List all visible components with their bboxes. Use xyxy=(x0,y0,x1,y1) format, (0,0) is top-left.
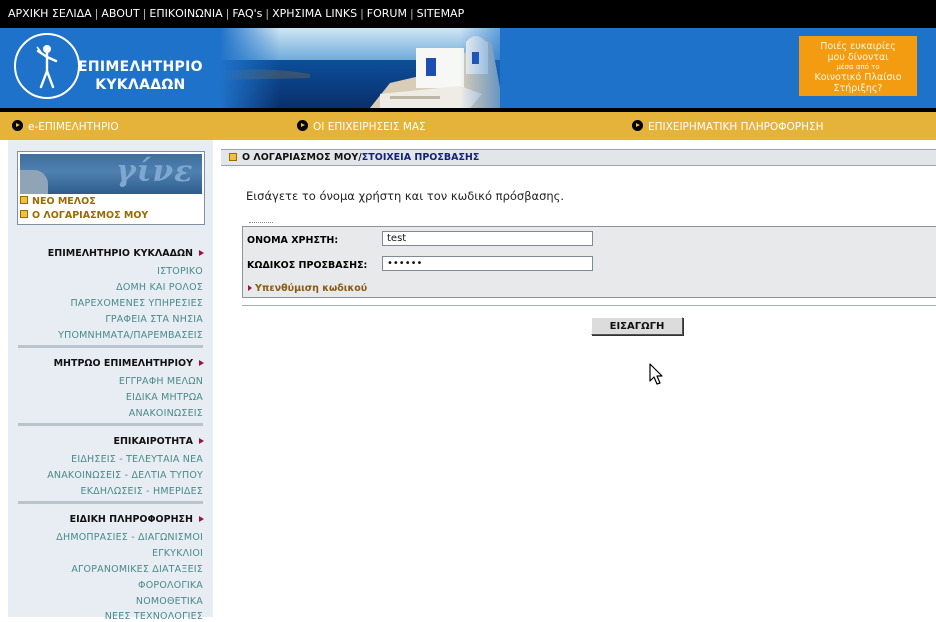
rock-shape xyxy=(20,170,48,194)
heading-label: ΕΠΙΜΕΛΗΤΗΡΙΟ ΚΥΚΛΑΔΩΝ xyxy=(47,248,193,259)
dotted-divider xyxy=(249,222,273,223)
section-our-businesses[interactable]: ΟΙ ΕΠΙΧΕΙΡΗΣΕΙΣ ΜΑΣ xyxy=(297,120,426,133)
sidebar-item-market-regulations[interactable]: ΑΓΟΡΑΝΟΜΙΚΕΣ ΔΙΑΤΑΞΕΙΣ xyxy=(71,564,203,575)
heading-label: ΕΠΙΚΑΙΡΟΤΗΤΑ xyxy=(113,436,193,447)
login-submit-button[interactable]: ΕΙΣΑΓΩΓΗ xyxy=(591,317,683,335)
sidebar-item-member-registration[interactable]: ΕΓΓΡΑΦΗ ΜΕΛΩΝ xyxy=(119,376,203,387)
promo-line: Ποιές ευκαιρίες xyxy=(820,41,896,52)
arrow-right-icon xyxy=(199,360,204,366)
organization-name: ΕΠΙΜΕΛΗΤΗΡΙΟ ΚΥΚΛΑΔΩΝ xyxy=(78,58,203,94)
sidebar-item-latest-news[interactable]: ΕΙΔΗΣΕΙΣ - ΤΕΛΕΥΤΑΙΑ ΝΕΑ xyxy=(71,454,203,465)
promo-banner[interactable]: Ποιές ευκαιρίες μου δίνονται μέσα από το… xyxy=(799,36,917,96)
section-label: ΟΙ ΕΠΙΧΕΙΡΗΣΕΙΣ ΜΑΣ xyxy=(313,121,426,133)
sidebar-item-history[interactable]: ΙΣΤΟΡΙΚΟ xyxy=(157,266,203,277)
become-member-banner[interactable]: γίνε xyxy=(20,154,202,194)
breadcrumb: Ο ΛΟΓΑΡΙΑΣΜΟΣ ΜΟΥ/ΣΤΟΙΧΕΙΑ ΠΡΟΣΒΑΣΗΣ xyxy=(221,149,936,166)
org-name-line2: ΚΥΚΛΑΔΩΝ xyxy=(95,77,186,93)
password-input[interactable] xyxy=(382,256,593,271)
section-bar: e-ΕΠΙΜΕΛΗΤΗΡΙΟ ΟΙ ΕΠΙΧΕΙΡΗΣΕΙΣ ΜΑΣ ΕΠΙΧΕ… xyxy=(0,112,936,140)
heading-label: ΕΙΔΙΚΗ ΠΛΗΡΟΦΟΡΗΣΗ xyxy=(69,514,193,525)
sidebar-item-tax[interactable]: ΦΟΡΟΛΟΓΙΚΑ xyxy=(138,580,203,591)
promo-line: μέσα από το xyxy=(836,63,880,71)
sidebar-heading-registry[interactable]: ΜΗΤΡΩΟ ΕΠΙΜΕΛΗΤΗΡΙΟΥ xyxy=(54,358,204,369)
username-label: ΟΝΟΜΑ ΧΡΗΣΤΗ: xyxy=(247,235,339,246)
breadcrumb-main: Ο ΛΟΓΑΡΙΑΣΜΟΣ ΜΟΥ xyxy=(242,152,359,163)
username-input[interactable] xyxy=(382,231,593,246)
mouse-cursor-icon xyxy=(649,363,663,385)
sidebar-divider xyxy=(18,345,203,348)
section-business-information[interactable]: ΕΠΙΧΕΙΡΗΜΑΤΙΚΗ ΠΛΗΡΟΦΟΡΗΣΗ xyxy=(632,120,824,133)
sidebar-item-island-offices[interactable]: ΓΡΑΦΕΙΑ ΣΤΑ ΝΗΣΙΑ xyxy=(105,314,203,325)
square-bullet-icon xyxy=(20,210,28,218)
top-navigation: ΑΡΧΙΚΗ ΣΕΛΙΔΑ | ABOUT | ΕΠΙΚΟΙΝΩΝΙΑ | FAQ's | ΧΡ… xyxy=(0,0,936,28)
account-box: γίνε ΝΕΟ ΜΕΛΟΣ Ο ΛΟΓΑΡΙΑΣΜΟΣ ΜΟΥ xyxy=(17,151,205,225)
new-member-label: ΝΕΟ ΜΕΛΟΣ xyxy=(32,196,96,207)
my-account-link[interactable]: Ο ΛΟΓΑΡΙΑΣΜΟΣ ΜΟΥ xyxy=(20,210,148,221)
nav-sitemap[interactable]: SITEMAP xyxy=(417,7,465,20)
nav-separator: | xyxy=(142,7,147,20)
promo-line: Στήριξης? xyxy=(833,83,883,94)
arrow-right-icon xyxy=(199,250,204,256)
nav-separator: | xyxy=(94,7,99,20)
nav-home[interactable]: ΑΡΧΙΚΗ ΣΕΛΙΔΑ xyxy=(8,7,92,20)
square-bullet-icon xyxy=(20,196,28,204)
nav-about[interactable]: ABOUT xyxy=(101,7,139,20)
sidebar-item-press-releases[interactable]: ΑΝΑΚΟΙΝΩΣΕΙΣ - ΔΕΛΤΙΑ ΤΥΠΟΥ xyxy=(47,470,203,481)
arrow-right-icon xyxy=(248,285,252,291)
section-label: e-ΕΠΙΜΕΛΗΤΗΡΙΟ xyxy=(28,121,119,133)
sidebar-item-auctions[interactable]: ΔΗΜΟΠΡΑΣΙΕΣ - ΔΙΑΓΩΝΙΣΜΟΙ xyxy=(56,532,203,543)
sidebar-heading-special-info[interactable]: ΕΙΔΙΚΗ ΠΛΗΡΟΦΟΡΗΣΗ xyxy=(70,514,204,525)
promo-line: Κοινοτικό Πλαίσιο xyxy=(814,72,902,83)
form-divider xyxy=(242,305,936,306)
password-reminder-label: Υπενθύμιση κωδικού xyxy=(255,283,368,294)
sidebar-item-structure[interactable]: ΔΟΜΗ ΚΑΙ ΡΟΛΟΣ xyxy=(116,282,203,293)
breadcrumb-sub: ΣΤΟΙΧΕΙΑ ΠΡΟΣΒΑΣΗΣ xyxy=(361,152,480,163)
nav-separator: | xyxy=(360,7,364,20)
sidebar-item-memoranda[interactable]: ΥΠΟΜΝΗΜΑΤΑ/ΠΑΡΕΜΒΑΣΕΙΣ xyxy=(58,330,203,341)
sidebar-heading-current-affairs[interactable]: ΕΠΙΚΑΙΡΟΤΗΤΑ xyxy=(113,436,204,447)
new-member-link[interactable]: ΝΕΟ ΜΕΛΟΣ xyxy=(20,196,96,207)
sidebar-item-circulars[interactable]: ΕΓΚΥΚΛΙΟΙ xyxy=(152,548,203,559)
sidebar-divider xyxy=(18,501,203,504)
nav-contact[interactable]: ΕΠΙΚΟΙΝΩΝΙΑ xyxy=(149,7,222,20)
promo-line: μου δίνονται xyxy=(827,52,889,63)
header-banner: ΕΠΙΜΕΛΗΤΗΡΙΟ ΚΥΚΛΑΔΩΝ Ποιές ευκαιρίες μο… xyxy=(0,28,936,108)
nav-separator: | xyxy=(265,7,270,20)
section-label: ΕΠΙΧΕΙΡΗΜΑΤΙΚΗ ΠΛΗΡΟΦΟΡΗΣΗ xyxy=(648,121,824,133)
sidebar-item-announcements[interactable]: ΑΝΑΚΟΙΝΩΣΕΙΣ xyxy=(129,408,203,419)
password-reminder-link[interactable]: Υπενθύμιση κωδικού xyxy=(248,283,367,294)
sidebar-item-special-registries[interactable]: ΕΙΔΙΚΑ ΜΗΤΡΩΑ xyxy=(126,392,203,403)
nav-useful-links[interactable]: ΧΡΗΣΙΜΑ LINKS xyxy=(272,7,357,20)
my-account-label: Ο ΛΟΓΑΡΙΑΣΜΟΣ ΜΟΥ xyxy=(32,210,149,221)
arrow-right-icon xyxy=(199,438,204,444)
square-bullet-icon xyxy=(229,153,237,161)
banner-word: γίνε xyxy=(116,154,194,189)
nav-separator: | xyxy=(225,7,230,20)
nav-separator: | xyxy=(409,7,414,20)
arrow-right-icon xyxy=(199,516,204,522)
page-title: Ο ΛΟΓΑΡΙΑΣΜΟΣ ΜΟΥ/ΣΤΟΙΧΕΙΑ ΠΡΟΣΒΑΣΗΣ xyxy=(242,152,479,163)
org-name-line1: ΕΠΙΜΕΛΗΤΗΡΙΟ xyxy=(78,59,203,75)
sidebar-item-events[interactable]: ΕΚΔΗΛΩΣΕΙΣ - ΗΜΕΡΙΔΕΣ xyxy=(81,486,204,497)
hermes-figure-icon xyxy=(36,45,58,89)
section-e-chamber[interactable]: e-ΕΠΙΜΕΛΗΤΗΡΙΟ xyxy=(12,120,119,133)
login-instructions: Εισάγετε το όνομα χρήστη και τον κωδικό … xyxy=(246,189,565,203)
circle-arrow-icon xyxy=(632,120,643,131)
sidebar-item-legislative[interactable]: ΝΟΜΟΘΕΤΙΚΑ xyxy=(136,596,203,607)
sidebar-divider xyxy=(18,423,203,426)
heading-label: ΜΗΤΡΩΟ ΕΠΙΜΕΛΗΤΗΡΙΟΥ xyxy=(53,358,193,369)
sidebar-heading-chamber[interactable]: ΕΠΙΜΕΛΗΤΗΡΙΟ ΚΥΚΛΑΔΩΝ xyxy=(48,248,204,259)
circle-arrow-icon xyxy=(12,120,23,131)
santorini-photo xyxy=(220,28,500,108)
circle-arrow-icon xyxy=(297,120,308,131)
chamber-logo[interactable] xyxy=(14,33,80,99)
nav-faqs[interactable]: FAQ's xyxy=(232,7,262,20)
nav-forum[interactable]: FORUM xyxy=(367,7,407,20)
password-label: ΚΩΔΙΚΟΣ ΠΡΟΣΒΑΣΗΣ: xyxy=(247,260,368,271)
sidebar-item-services[interactable]: ΠΑΡΕΧΟΜΕΝΕΣ ΥΠΗΡΕΣΙΕΣ xyxy=(70,298,203,309)
login-form: ΟΝΟΜΑ ΧΡΗΣΤΗ: ΚΩΔΙΚΟΣ ΠΡΟΣΒΑΣΗΣ: Υπενθύμ… xyxy=(242,226,936,298)
